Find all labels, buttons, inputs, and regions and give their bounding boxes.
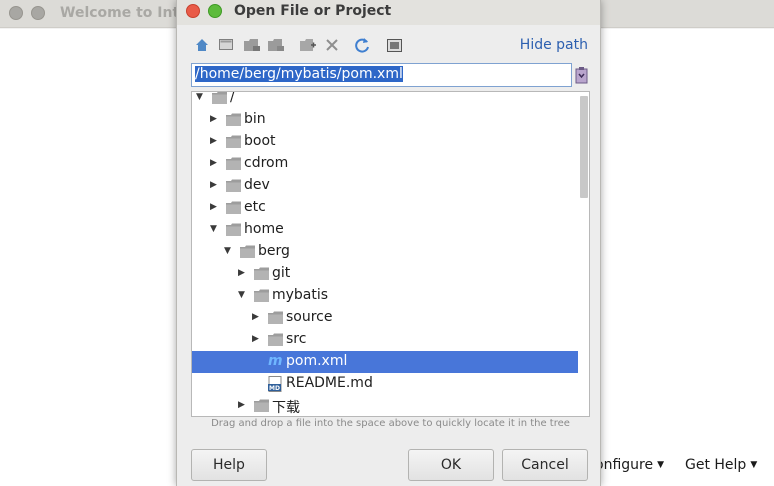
folder-icon (226, 223, 241, 236)
folder-icon (226, 157, 241, 170)
folder-icon (240, 245, 255, 258)
close-icon[interactable] (9, 6, 23, 20)
tree-row-label: / (230, 91, 235, 105)
tree-row[interactable]: ▼ mybatis (192, 285, 578, 307)
help-button[interactable]: Help (191, 449, 267, 481)
expanded-arrow-icon[interactable]: ▼ (224, 246, 231, 256)
collapsed-arrow-icon[interactable]: ▶ (252, 312, 259, 322)
svg-text:m: m (268, 353, 283, 368)
tree-row-label: bin (244, 111, 266, 127)
collapsed-arrow-icon[interactable]: ▶ (238, 268, 245, 278)
tree-row[interactable]: ▼ berg (192, 241, 578, 263)
folder-icon (212, 92, 227, 104)
vertical-scrollbar[interactable] (580, 96, 588, 198)
tree-row[interactable]: ▶ bin (192, 109, 578, 131)
project-folder-icon[interactable] (243, 36, 261, 54)
tree-row-label: berg (258, 243, 290, 259)
caret-down-icon: ▼ (750, 460, 758, 470)
collapsed-arrow-icon[interactable]: ▶ (210, 158, 217, 168)
cancel-button[interactable]: Cancel (502, 449, 588, 481)
collapsed-arrow-icon[interactable]: ▶ (252, 334, 259, 344)
refresh-icon[interactable] (353, 36, 371, 54)
collapsed-arrow-icon[interactable]: ▶ (210, 136, 217, 146)
expanded-arrow-icon[interactable]: ▼ (210, 224, 217, 234)
folder-icon (226, 113, 241, 126)
path-input[interactable]: /home/berg/mybatis/pom.xml (191, 63, 572, 87)
ok-button[interactable]: OK (408, 449, 494, 481)
dialog-title: Open File or Project (234, 3, 392, 19)
maximize-icon[interactable] (208, 4, 222, 18)
file-tree[interactable]: ▼ / ▶ bin ▶ boot ▶ cdrom ▶ dev ▶ etc ▼ home ▼ berg ▶ git ▼… (191, 91, 590, 417)
tree-row[interactable]: ▶ src (192, 329, 578, 351)
collapsed-arrow-icon[interactable]: ▶ (210, 180, 217, 190)
tree-row[interactable]: ▶ boot (192, 131, 578, 153)
caret-down-icon: ▼ (657, 460, 664, 470)
hide-path-link[interactable]: Hide path (520, 37, 588, 53)
collapsed-arrow-icon[interactable]: ▶ (210, 202, 217, 212)
collapsed-arrow-icon[interactable]: ▶ (210, 114, 217, 124)
folder-icon (254, 289, 269, 302)
tree-row[interactable]: ▶ dev (192, 175, 578, 197)
tree-row-label: 下载 (272, 400, 300, 416)
tree-row-label: git (272, 265, 291, 281)
desktop-icon[interactable] (217, 36, 235, 54)
path-input-value: /home/berg/mybatis/pom.xml (195, 66, 403, 82)
expanded-arrow-icon[interactable]: ▼ (196, 92, 203, 102)
show-hidden-icon[interactable] (385, 36, 403, 54)
expanded-arrow-icon[interactable]: ▼ (238, 290, 245, 300)
tree-row-label: pom.xml (286, 353, 348, 369)
drag-drop-hint: Drag and drop a file into the space abov… (211, 418, 570, 429)
tree-row-label: mybatis (272, 287, 329, 303)
browse-history-icon[interactable] (575, 66, 589, 84)
configure-menu[interactable]: onfigure ▼ (595, 457, 664, 473)
tree-row[interactable]: MD README.md (192, 373, 578, 395)
new-folder-icon[interactable] (299, 36, 317, 54)
home-icon[interactable] (193, 36, 211, 54)
folder-icon (226, 135, 241, 148)
tree-row-label: src (286, 331, 307, 347)
tree-row-label: README.md (286, 375, 373, 391)
welcome-title: Welcome to Inte (60, 5, 189, 21)
open-file-dialog: Open File or Project Hide path /home/ber… (176, 0, 601, 486)
get-help-menu[interactable]: Get Help ▼ (685, 457, 757, 473)
maximize-icon[interactable] (31, 6, 45, 20)
tree-row[interactable]: ▶ source (192, 307, 578, 329)
tree-row-label: home (244, 221, 284, 237)
folder-icon (226, 201, 241, 214)
module-folder-icon[interactable] (267, 36, 285, 54)
folder-icon (226, 179, 241, 192)
tree-row[interactable]: ▶ 下载 (192, 395, 578, 416)
delete-icon[interactable] (323, 36, 341, 54)
tree-row-label: dev (244, 177, 270, 193)
folder-icon (268, 333, 283, 346)
folder-icon (254, 267, 269, 280)
tree-row[interactable]: m pom.xml (192, 351, 578, 373)
tree-row[interactable]: ▶ etc (192, 197, 578, 219)
markdown-file-icon: MD (268, 376, 283, 392)
tree-row[interactable]: ▶ cdrom (192, 153, 578, 175)
svg-text:MD: MD (269, 385, 280, 392)
maven-file-icon: m (268, 352, 283, 369)
tree-row[interactable]: ▼ home (192, 219, 578, 241)
folder-icon (254, 399, 269, 412)
tree-row-label: boot (244, 133, 276, 149)
get-help-label: Get Help (685, 457, 747, 473)
tree-row[interactable]: ▶ git (192, 263, 578, 285)
configure-label: onfigure (595, 457, 654, 473)
tree-row-label: cdrom (244, 155, 289, 171)
tree-row-label: source (286, 309, 333, 325)
collapsed-arrow-icon[interactable]: ▶ (238, 400, 245, 410)
dialog-titlebar: Open File or Project (177, 0, 600, 25)
tree-row[interactable]: ▼ / (192, 91, 578, 109)
close-icon[interactable] (186, 4, 200, 18)
tree-row-label: etc (244, 199, 266, 215)
folder-icon (268, 311, 283, 324)
